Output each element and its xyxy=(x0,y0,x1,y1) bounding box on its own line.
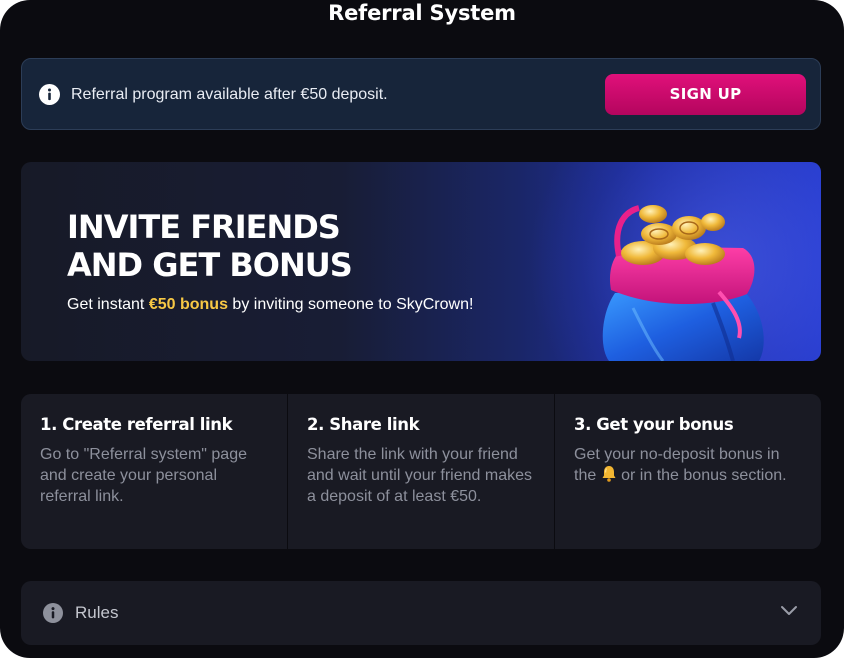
step-description: Get your no-deposit bonus in the or in t… xyxy=(574,444,802,486)
banner-subtitle: Get instant €50 bonus by inviting someon… xyxy=(67,294,473,316)
headline-line-2: AND GET BONUS xyxy=(67,246,353,284)
referral-steps: 1. Create referral link Go to "Referral … xyxy=(21,394,821,549)
deposit-notice: Referral program available after €50 dep… xyxy=(21,58,821,130)
subtitle-suffix: by inviting someone to SkyCrown! xyxy=(227,296,474,313)
rules-label: Rules xyxy=(75,603,119,622)
step-get-bonus: 3. Get your bonus Get your no-deposit bo… xyxy=(555,394,821,549)
step-share-link: 2. Share link Share the link with your f… xyxy=(288,394,555,549)
step-title: 1. Create referral link xyxy=(40,415,233,434)
info-icon xyxy=(43,603,63,623)
step-description: Go to "Referral system" page and create … xyxy=(40,446,247,505)
step-title: 2. Share link xyxy=(307,415,420,434)
sign-up-button[interactable]: SIGN UP xyxy=(605,74,806,115)
bell-icon xyxy=(602,466,616,482)
rules-accordion[interactable]: Rules xyxy=(21,581,821,645)
info-icon xyxy=(39,84,60,105)
referral-modal: Referral System Referral program availab… xyxy=(0,0,844,658)
invite-banner: INVITE FRIENDS AND GET BONUS Get instant… xyxy=(21,162,821,361)
step-description: Share the link with your friend and wait… xyxy=(307,446,532,505)
step-title: 3. Get your bonus xyxy=(574,415,734,434)
headline-line-1: INVITE FRIENDS xyxy=(67,208,341,246)
banner-headline: INVITE FRIENDS AND GET BONUS xyxy=(67,208,353,284)
bonus-highlight: €50 bonus xyxy=(148,296,228,313)
notice-text: Referral program available after €50 dep… xyxy=(71,86,388,103)
chevron-down-icon[interactable] xyxy=(780,605,798,617)
step-create-link: 1. Create referral link Go to "Referral … xyxy=(21,394,288,549)
step-description-after: or in the bonus section. xyxy=(616,467,787,484)
page-title: Referral System xyxy=(328,1,516,25)
coin-bag-icon xyxy=(602,205,764,361)
subtitle-prefix: Get instant xyxy=(67,296,149,313)
